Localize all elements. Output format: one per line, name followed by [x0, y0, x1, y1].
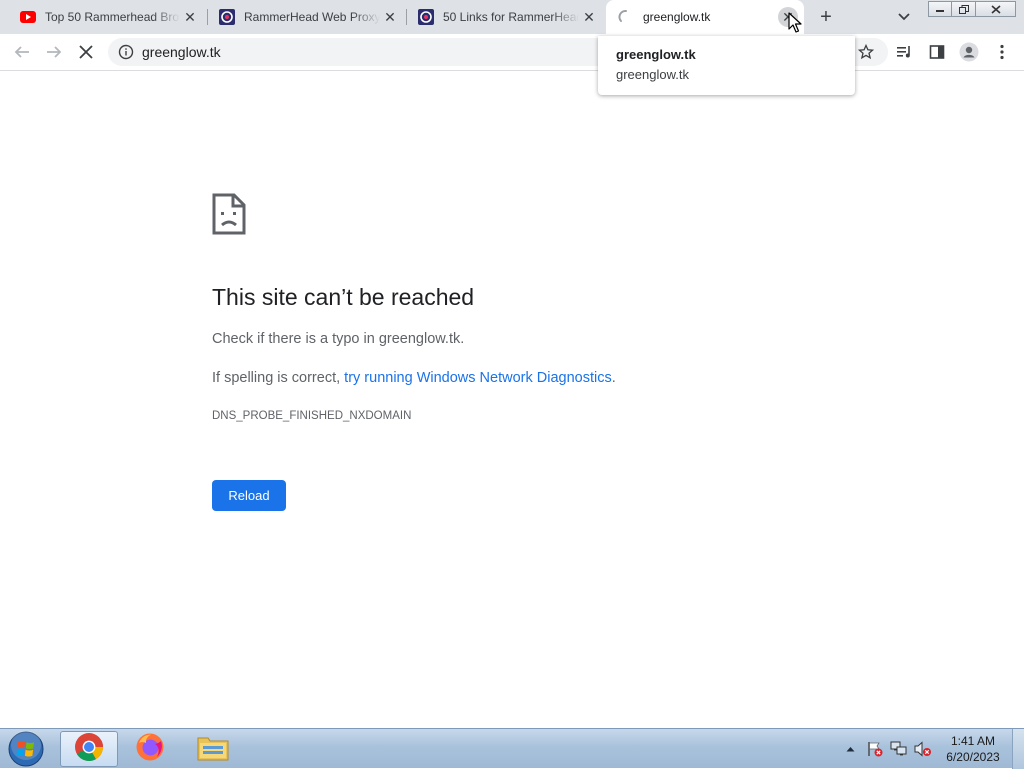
diagnostics-prefix: If spelling is correct,	[212, 370, 345, 386]
hover-card-domain: greenglow.tk	[616, 67, 689, 82]
show-desktop-button[interactable]	[1012, 729, 1024, 769]
restore-button[interactable]	[952, 1, 976, 17]
start-button[interactable]	[6, 730, 46, 768]
taskbar-file-explorer[interactable]	[184, 731, 242, 767]
tab-close-icon[interactable]: ✕	[180, 7, 200, 27]
system-clock[interactable]: 1:41 AM 6/20/2023	[938, 733, 1008, 765]
close-window-button[interactable]	[976, 1, 1016, 17]
taskbar-firefox[interactable]	[121, 731, 179, 767]
profile-avatar-icon[interactable]	[959, 42, 979, 62]
tab-title: RammerHead Web Proxy	[244, 10, 380, 24]
loading-spinner-icon	[618, 9, 634, 25]
action-center-flag-icon[interactable]	[866, 729, 884, 769]
tab-close-icon[interactable]: ✕	[380, 7, 400, 27]
browser-toolbar: greenglow.tk	[0, 34, 1024, 71]
error-diagnostics-hint: If spelling is correct, try running Wind…	[212, 370, 616, 386]
address-url[interactable]: greenglow.tk	[142, 44, 221, 60]
stop-loading-icon[interactable]	[72, 38, 100, 66]
error-code: DNS_PROBE_FINISHED_NXDOMAIN	[212, 410, 412, 422]
tab-2[interactable]: RammerHead Web Proxy ✕	[207, 0, 406, 34]
youtube-icon	[20, 9, 36, 25]
back-arrow-icon[interactable]	[8, 38, 36, 66]
windows-taskbar: 1:41 AM 6/20/2023	[0, 728, 1024, 769]
show-hidden-icons-arrow[interactable]	[843, 729, 857, 769]
tab-close-icon[interactable]: ✕	[579, 7, 599, 27]
error-heading: This site can’t be reached	[212, 284, 475, 310]
tab-title: Top 50 Rammerhead Browser	[45, 10, 180, 24]
window-controls	[928, 1, 1016, 17]
network-diagnostics-link[interactable]: try running Windows Network Diagnostics	[344, 370, 612, 386]
forward-arrow-icon[interactable]	[40, 38, 68, 66]
volume-muted-icon[interactable]	[913, 729, 933, 769]
more-menu-icon[interactable]	[992, 42, 1012, 62]
clock-time: 1:41 AM	[950, 734, 996, 748]
firefox-icon	[135, 732, 165, 767]
tab-3[interactable]: 50 Links for RammerHead ✕	[406, 0, 605, 34]
proxy-site-icon	[418, 9, 434, 25]
minimize-button[interactable]	[928, 1, 952, 17]
info-icon[interactable]	[118, 44, 134, 60]
taskbar-chrome[interactable]	[60, 731, 118, 767]
new-tab-button[interactable]: +	[814, 5, 838, 29]
bookmark-star-icon[interactable]	[856, 42, 876, 62]
tab-hover-card: greenglow.tk greenglow.tk	[598, 36, 855, 95]
tab-strip: Top 50 Rammerhead Browser ✕ RammerHead W…	[0, 0, 1024, 34]
clock-date: 6/20/2023	[946, 750, 1000, 764]
tab-1[interactable]: Top 50 Rammerhead Browser ✕	[8, 0, 206, 34]
reload-button[interactable]: Reload	[212, 480, 286, 511]
diagnostics-suffix: .	[611, 370, 616, 386]
side-panel-icon[interactable]	[927, 42, 947, 62]
network-icon[interactable]	[889, 729, 909, 769]
sad-page-icon	[212, 193, 246, 235]
mouse-pointer-icon	[788, 12, 802, 39]
media-control-icon[interactable]	[895, 42, 915, 62]
tab-title: 50 Links for RammerHead	[443, 10, 579, 24]
tab-title: greenglow.tk	[643, 10, 711, 24]
chrome-icon	[74, 732, 104, 767]
file-explorer-icon	[197, 733, 229, 766]
tab-search-chevron-icon[interactable]	[892, 5, 916, 29]
tab-active[interactable]: greenglow.tk ✕	[606, 0, 804, 34]
proxy-site-icon	[219, 9, 235, 25]
hover-card-title: greenglow.tk	[616, 47, 696, 62]
error-typo-hint: Check if there is a typo in greenglow.tk…	[212, 331, 465, 347]
